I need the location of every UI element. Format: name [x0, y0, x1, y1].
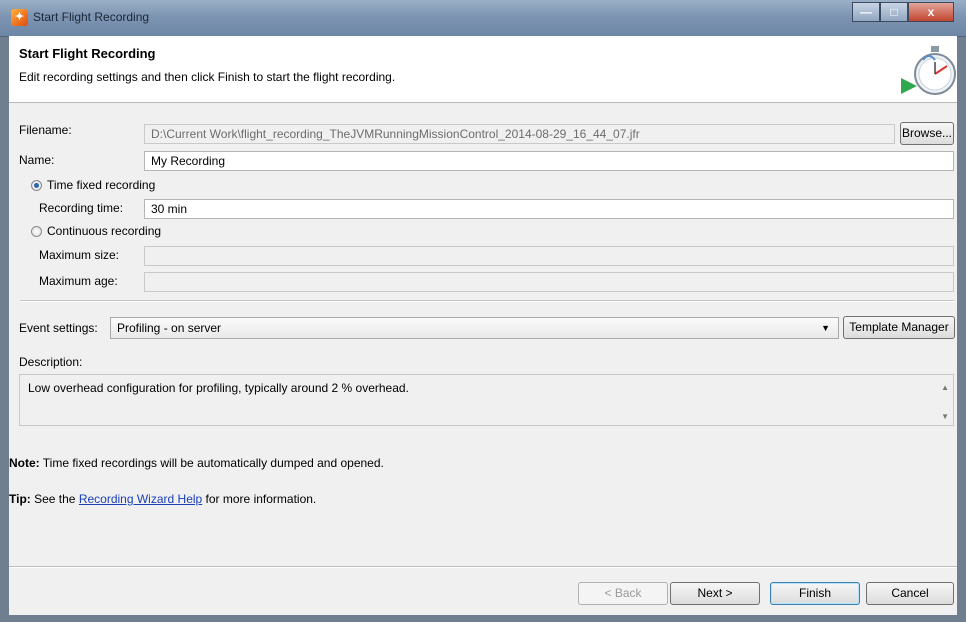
- time-fixed-radio[interactable]: [31, 180, 42, 191]
- event-settings-label: Event settings:: [19, 321, 98, 335]
- footer-divider: [9, 566, 957, 568]
- filename-label: Filename:: [19, 123, 72, 137]
- continuous-label: Continuous recording: [47, 224, 162, 238]
- next-button[interactable]: Next >: [670, 582, 760, 605]
- finish-button[interactable]: Finish: [770, 582, 860, 605]
- tip-text: Tip: See the Recording Wizard Help for m…: [9, 492, 316, 506]
- recording-time-input[interactable]: 30 min: [144, 199, 954, 219]
- max-size-label: Maximum size:: [39, 248, 120, 262]
- filename-field: D:\Current Work\flight_recording_TheJVMR…: [144, 124, 895, 144]
- stopwatch-recording-icon: [901, 46, 956, 95]
- maximize-button[interactable]: □: [880, 2, 908, 22]
- note-bold: Note:: [9, 456, 40, 470]
- description-textarea[interactable]: Low overhead configuration for profiling…: [19, 374, 954, 426]
- note-text: Note: Time fixed recordings will be auto…: [9, 456, 384, 470]
- section-divider: [20, 300, 954, 302]
- wizard-header: Start Flight Recording Edit recording se…: [9, 36, 957, 103]
- window-controls: — □ x: [852, 2, 954, 24]
- tip-post: for more information.: [202, 492, 317, 506]
- window-title: Start Flight Recording: [33, 10, 150, 24]
- minimize-button[interactable]: —: [852, 2, 880, 22]
- description-text: Low overhead configuration for profiling…: [28, 381, 409, 395]
- recording-time-label: Recording time:: [39, 201, 124, 215]
- page-title: Start Flight Recording: [19, 46, 156, 61]
- description-label: Description:: [19, 355, 83, 369]
- app-icon: ✦: [11, 9, 28, 26]
- close-button[interactable]: x: [908, 2, 954, 22]
- continuous-radio[interactable]: [31, 226, 42, 237]
- max-size-input[interactable]: [144, 246, 954, 266]
- tip-pre: See the: [30, 492, 79, 506]
- back-button[interactable]: < Back: [578, 582, 668, 605]
- title-bar[interactable]: ✦ Start Flight Recording — □ x: [0, 0, 966, 37]
- time-fixed-label: Time fixed recording: [47, 178, 156, 192]
- scroll-down-icon[interactable]: ▼: [941, 412, 949, 421]
- page-description: Edit recording settings and then click F…: [19, 70, 396, 84]
- event-settings-select[interactable]: Profiling - on server ▼: [110, 317, 839, 339]
- max-age-label: Maximum age:: [39, 274, 118, 288]
- template-manager-button[interactable]: Template Manager: [843, 316, 955, 339]
- dropdown-arrow-icon: ▼: [821, 323, 830, 333]
- start-flight-recording-dialog: ✦ Start Flight Recording — □ x Start Fli…: [0, 0, 966, 622]
- name-label: Name:: [19, 153, 55, 167]
- recording-wizard-help-link[interactable]: Recording Wizard Help: [79, 492, 202, 506]
- scroll-up-icon[interactable]: ▲: [941, 383, 949, 392]
- max-age-input[interactable]: [144, 272, 954, 292]
- tip-bold: Tip:: [9, 492, 31, 506]
- browse-button[interactable]: Browse...: [900, 122, 954, 145]
- name-input[interactable]: My Recording: [144, 151, 954, 171]
- wizard-content: Filename: D:\Current Work\flight_recordi…: [9, 103, 957, 615]
- cancel-button[interactable]: Cancel: [866, 582, 954, 605]
- event-settings-value: Profiling - on server: [117, 321, 222, 335]
- note-body: Time fixed recordings will be automatica…: [39, 456, 384, 470]
